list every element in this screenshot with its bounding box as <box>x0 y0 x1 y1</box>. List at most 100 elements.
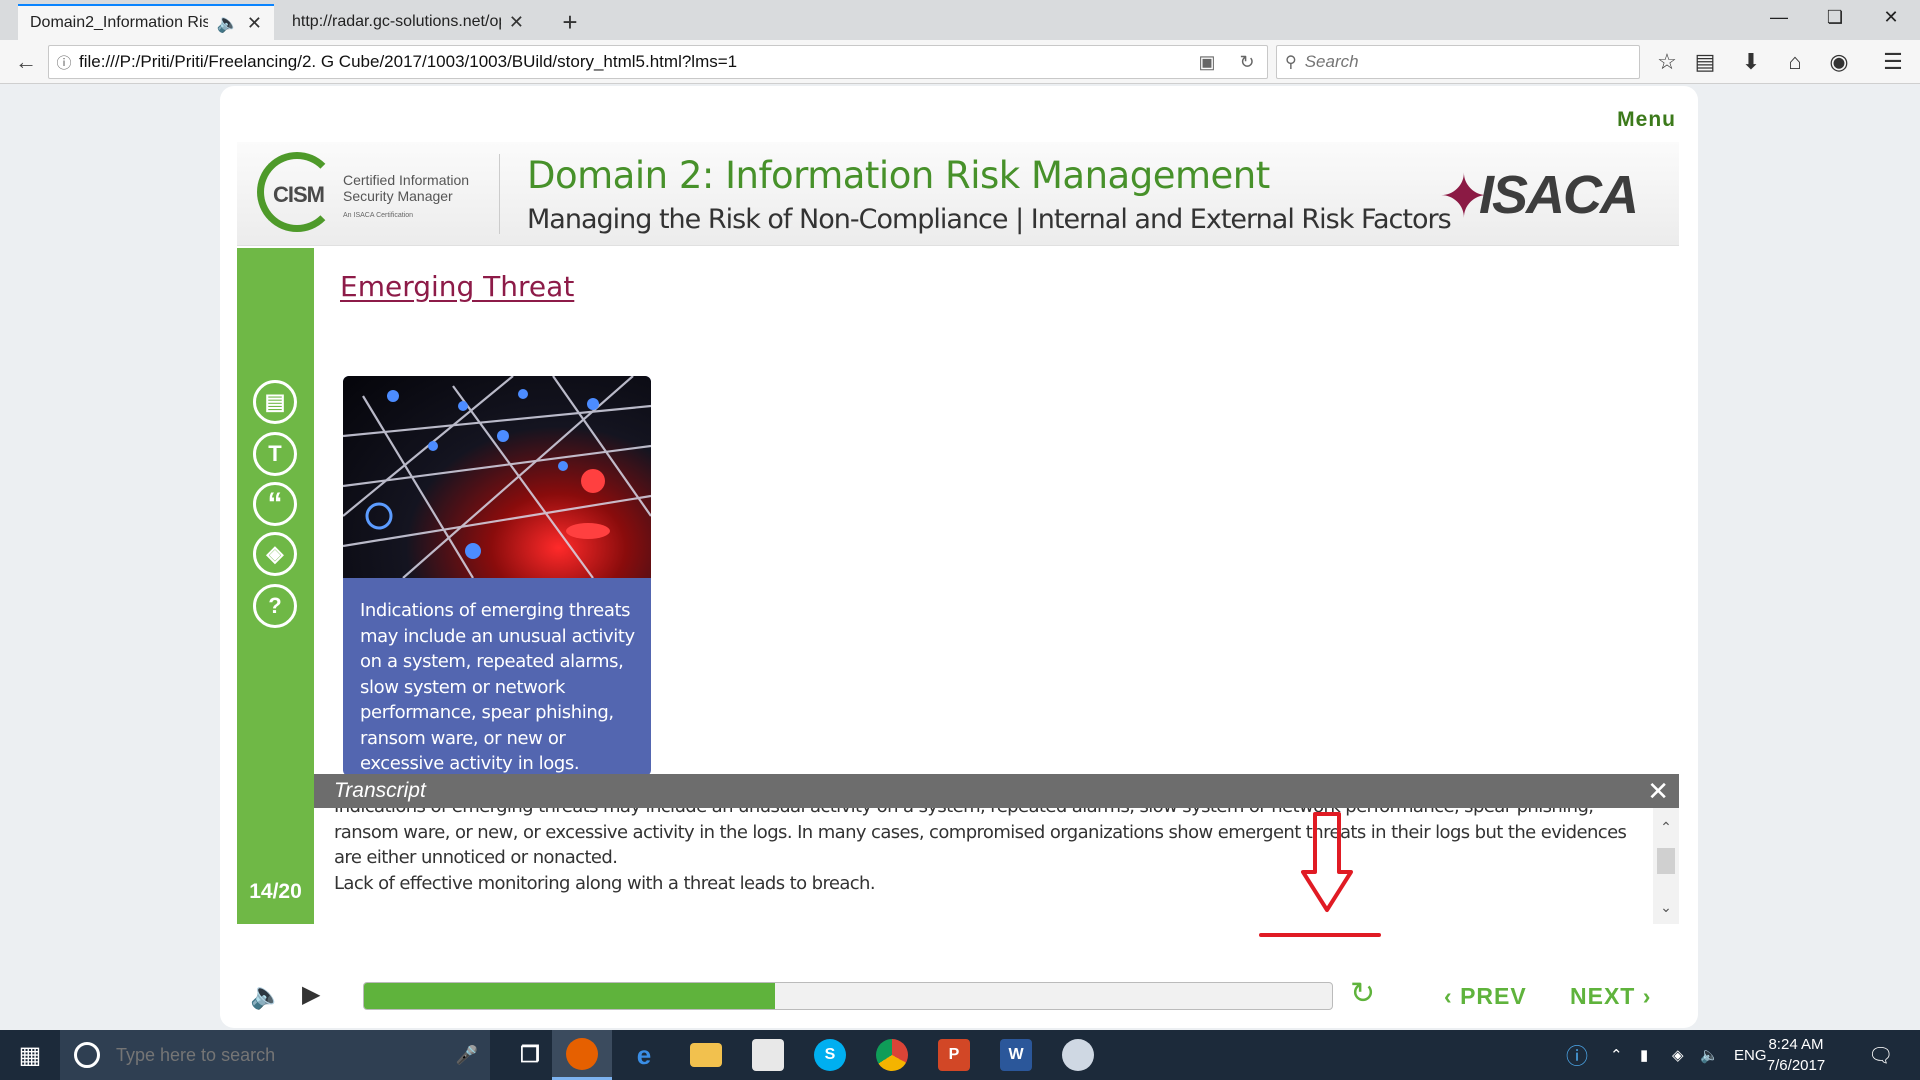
menu-button[interactable]: Menu <box>1617 108 1676 132</box>
search-input[interactable] <box>1304 52 1605 72</box>
tab-radar[interactable]: http://radar.gc-solutions.net/ope ✕ <box>280 4 536 40</box>
next-label: NEXT <box>1570 983 1636 1009</box>
card-text-line: Indications of emerging threats <box>360 600 631 621</box>
show-hidden-icons-icon[interactable]: ⌃ <box>1610 1030 1623 1080</box>
card-text-line: slow system or network <box>360 676 566 698</box>
playback-controls: 🔈 ▶ ↻ ‹ PREV NEXT › <box>220 932 1698 1028</box>
info-card: Indications of emerging threats may incl… <box>343 376 651 776</box>
transcript-fragment: show emergent threats in their logs but … <box>1163 821 1627 843</box>
card-text-line: ransom ware, or new or <box>360 727 566 749</box>
search-box[interactable]: ⚲ <box>1276 45 1640 79</box>
transcript-text[interactable]: Indications of emerging threats may incl… <box>314 808 1650 924</box>
close-window-icon[interactable]: ✕ <box>1862 0 1920 34</box>
reload-icon[interactable]: ↻ <box>1227 52 1267 73</box>
text-icon[interactable]: T <box>253 432 297 476</box>
browser-nav-bar: ← ⓘ file:///P:/Priti/Priti/Freelancing/2… <box>0 40 1920 84</box>
close-tab-icon[interactable]: ✕ <box>509 12 524 33</box>
bookmark-star-icon[interactable]: ☆ <box>1650 46 1684 78</box>
quote-icon[interactable]: “ <box>253 482 297 526</box>
play-icon[interactable]: ▶ <box>302 980 320 1009</box>
firefox-icon[interactable] <box>552 1030 612 1080</box>
reader-view-icon[interactable]: ▣ <box>1187 52 1227 73</box>
notifications-icon[interactable]: 🗨 <box>1868 1030 1893 1080</box>
chrome-icon[interactable] <box>862 1030 922 1080</box>
restore-icon[interactable]: ❏ <box>1806 0 1864 34</box>
minimize-icon[interactable]: — <box>1750 0 1808 34</box>
home-icon[interactable]: ⌂ <box>1778 46 1812 78</box>
cism-tiny-text: An ISACA Certification <box>343 212 414 219</box>
card-text-line: on a system, repeated alarms, <box>360 651 624 672</box>
battery-icon[interactable]: ▮ <box>1640 1030 1648 1080</box>
cism-subtitle-line: Security Manager <box>343 188 453 204</box>
progress-bar[interactable] <box>363 982 1333 1010</box>
slide-title: Emerging Threat <box>340 270 575 303</box>
next-button[interactable]: NEXT › <box>1570 983 1651 1010</box>
help-tray-icon[interactable]: ⓘ <box>1566 1030 1588 1080</box>
clock-time: 8:24 AM <box>1768 1036 1824 1053</box>
url-text[interactable]: file:///P:/Priti/Priti/Freelancing/2. G … <box>79 52 1187 72</box>
notes-icon[interactable]: ▤ <box>253 380 297 424</box>
close-tab-icon[interactable]: ✕ <box>247 13 262 34</box>
highlighted-word: organizations <box>1049 821 1164 843</box>
transcript-line: Indications of emerging threats may incl… <box>334 808 1630 820</box>
volume-icon[interactable]: 🔈 <box>250 980 282 1011</box>
course-banner: CISM Certified Information Security Mana… <box>237 142 1679 246</box>
new-tab-button[interactable]: + <box>552 4 588 40</box>
tab-title: http://radar.gc-solutions.net/ope <box>292 13 501 30</box>
scroll-thumb[interactable] <box>1657 848 1675 874</box>
speaker-icon[interactable]: 🔈 <box>216 13 238 34</box>
wifi-icon[interactable]: ◈ <box>1672 1030 1684 1080</box>
volume-tray-icon[interactable]: 🔈 <box>1700 1030 1719 1080</box>
network-threat-image <box>343 376 651 579</box>
system-clock[interactable]: 8:24 AM 7/6/2017 <box>1756 1034 1836 1076</box>
pocket-icon[interactable]: ◉ <box>1822 46 1856 78</box>
clock-date: 7/6/2017 <box>1766 1057 1826 1074</box>
store-icon[interactable] <box>738 1030 798 1080</box>
tab-domain2[interactable]: Domain2_Information Risk M 🔈 ✕ <box>18 4 274 40</box>
transcript-line: ransom ware, or new, or excessive activi… <box>334 820 1630 846</box>
download-icon[interactable]: ⬇ <box>1734 46 1768 78</box>
windows-start-icon[interactable]: ▦ <box>0 1030 60 1080</box>
task-view-icon[interactable]: ❐ <box>500 1030 560 1080</box>
transcript-line: are either unnoticed or nonacted. <box>334 847 618 868</box>
cism-logo-subtitle: Certified Information Security Manager <box>343 172 473 204</box>
card-text-line: excessive activity in logs. <box>360 753 580 774</box>
paint-icon[interactable] <box>1048 1030 1108 1080</box>
scroll-down-icon[interactable]: ⌄ <box>1653 896 1679 918</box>
cism-logo-text: CISM <box>273 182 325 207</box>
network-graphic <box>343 376 651 579</box>
hamburger-menu-icon[interactable]: ☰ <box>1876 46 1910 78</box>
course-sidebar: ▤ T “ ◈ ? 14/20 <box>237 248 314 924</box>
progress-fill <box>364 983 776 1009</box>
skype-icon[interactable]: S <box>800 1030 860 1080</box>
help-icon[interactable]: ? <box>253 584 297 628</box>
microphone-icon[interactable]: 🎤 <box>456 1045 478 1066</box>
windows-taskbar: ▦ 🎤 ❐ e S P W ⓘ ⌃ ▮ ◈ 🔈 ENG 8:24 AM 7/6/… <box>0 1030 1920 1080</box>
file-explorer-icon[interactable] <box>676 1030 736 1080</box>
transcript-panel: Transcript ✕ Indications of emerging thr… <box>314 774 1679 924</box>
card-text-line: may include an unusual activity <box>360 625 635 647</box>
replay-icon[interactable]: ↻ <box>1350 976 1375 1011</box>
transcript-header: Transcript ✕ <box>314 774 1679 808</box>
cortana-icon[interactable] <box>74 1042 100 1068</box>
word-icon[interactable]: W <box>986 1030 1046 1080</box>
address-bar[interactable]: ⓘ file:///P:/Priti/Priti/Freelancing/2. … <box>48 45 1268 79</box>
scroll-up-icon[interactable]: ⌃ <box>1653 816 1679 838</box>
taskbar-search-input[interactable] <box>116 1044 436 1066</box>
transcript-scrollbar[interactable]: ⌃ ⌄ <box>1653 808 1679 924</box>
taskbar-search[interactable]: 🎤 <box>60 1030 490 1080</box>
edge-icon[interactable]: e <box>614 1030 674 1080</box>
back-icon[interactable]: ← <box>10 46 42 78</box>
cism-subtitle-line: Certified Information <box>343 172 470 188</box>
info-icon[interactable]: ⓘ <box>49 52 79 73</box>
close-icon[interactable]: ✕ <box>1647 776 1669 807</box>
domain-subtitle: Managing the Risk of Non-Compliance | In… <box>527 204 1452 235</box>
powerpoint-icon[interactable]: P <box>924 1030 984 1080</box>
chevron-right-icon: › <box>1642 983 1652 1009</box>
card-text: Indications of emerging threats may incl… <box>360 598 640 776</box>
transcript-title: Transcript <box>334 779 426 802</box>
prev-button[interactable]: ‹ PREV <box>1444 983 1527 1010</box>
course-player: Menu CISM Certified Information Security… <box>220 86 1698 1028</box>
layers-icon[interactable]: ◈ <box>253 532 297 576</box>
library-icon[interactable]: ▤ <box>1688 46 1722 78</box>
